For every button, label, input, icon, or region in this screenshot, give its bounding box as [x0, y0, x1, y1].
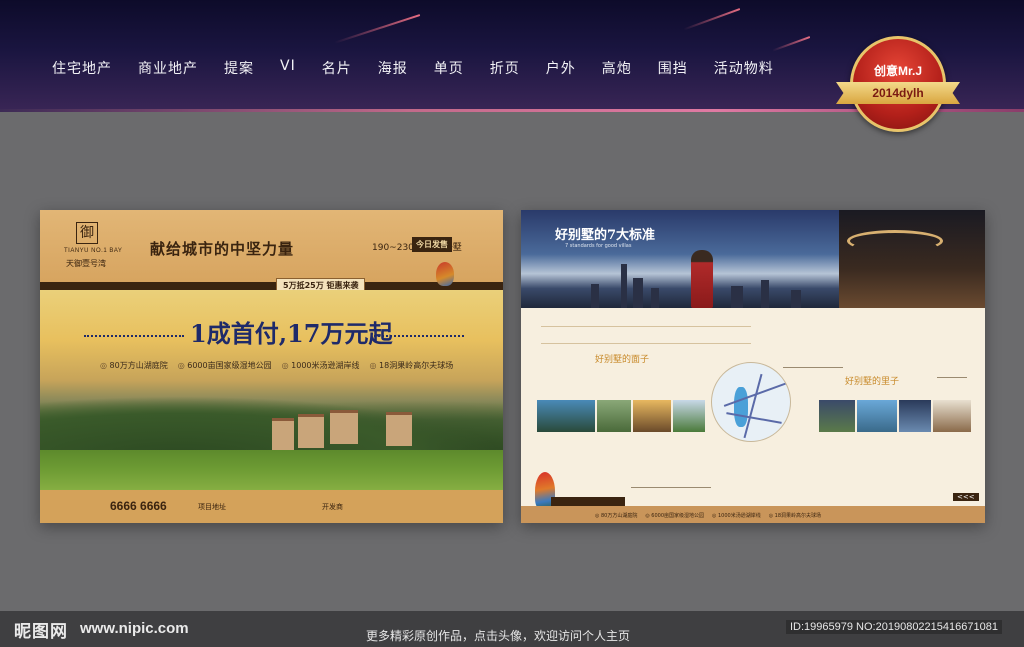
skyline-building [633, 278, 643, 308]
footer-developer-label: 开发商 [322, 503, 343, 511]
feature-item: 18洞果岭高尔夫球场 [370, 360, 453, 371]
villa-sketch [783, 338, 843, 368]
location-map [711, 362, 791, 442]
heading-inner: 好别墅的里子 [845, 377, 900, 387]
pavilion-photo [839, 210, 985, 308]
footer-feature-item: 6000亩国家级湿地公园 [645, 512, 704, 519]
feature-item: 80万方山湖庭院 [100, 360, 168, 371]
project-logo-en: TIANYU NO.1 BAY [64, 248, 123, 254]
pavilion-roof [847, 230, 943, 252]
thumb-sunset [633, 400, 671, 432]
back-arrows-icon[interactable]: <<< [953, 493, 979, 501]
footer-feature-item: 1000米汤逊湖岸线 [712, 512, 761, 519]
parrot-icon [436, 262, 454, 286]
villa-building [330, 410, 358, 444]
thumb-lake [537, 400, 595, 432]
left-card-phone: 6666 6666 [110, 499, 167, 513]
design-preview-right[interactable]: 好别墅的7大标准 7 standards for good villas 好别墅… [521, 210, 985, 523]
profile-link-text[interactable]: 更多精彩原创作品，点击头像，欢迎访问个人主页 [366, 627, 630, 644]
meteor-streak [334, 14, 421, 44]
footer-feature-item: 80万方山湖庭院 [595, 512, 637, 519]
right-card-footer-features: 80万方山湖庭院 6000亩国家级湿地公园 1000米汤逊湖岸线 18洞果岭高尔… [595, 512, 821, 519]
woman-figure [691, 250, 713, 308]
meteor-streak [772, 36, 811, 52]
category-nav: 住宅地产 商业地产 提案 VI 名片 海报 单页 折页 户外 高炮 围挡 活动物… [52, 58, 800, 78]
skyline-building [621, 264, 627, 308]
skyline-building [731, 286, 743, 308]
nav-item-business-card[interactable]: 名片 [322, 58, 352, 78]
thumb-deck [933, 400, 971, 432]
nav-item-event-materials[interactable]: 活动物料 [714, 58, 774, 78]
skyline-building [791, 290, 801, 308]
intro-text [541, 326, 751, 344]
left-card-features: 80万方山湖庭院 6000亩国家级湿地公园 1000米汤逊湖岸线 18洞果岭高尔… [100, 360, 454, 371]
image-id-label: ID:19965979 NO:20190802215416671081 [786, 620, 1002, 634]
thumb-resort [819, 400, 855, 432]
villa-building [272, 418, 294, 452]
nav-item-poster[interactable]: 海报 [378, 58, 408, 78]
left-card-strip [40, 282, 503, 290]
right-card-subtitle: 7 standards for good villas [565, 243, 632, 249]
skyline-building [651, 288, 659, 308]
site-logo[interactable]: 昵图网 [14, 617, 68, 642]
meteor-streak [683, 8, 741, 31]
map-lake [734, 387, 748, 427]
badge-title: 创意Mr.J [873, 64, 922, 78]
left-card-offer: 1成首付,17万元起 [190, 319, 393, 348]
nav-item-residential[interactable]: 住宅地产 [52, 58, 112, 78]
skyline-building [761, 280, 769, 308]
badge-ribbon: 2014dylh [836, 82, 960, 104]
left-card-sale-tag: 今日发售 [412, 237, 452, 252]
nav-item-billboard[interactable]: 高炮 [602, 58, 632, 78]
nav-item-proposal[interactable]: 提案 [224, 58, 254, 78]
design-preview-left[interactable]: 御 TIANYU NO.1 BAY 天御壹号湾 献给城市的中坚力量 190~23… [40, 210, 503, 523]
nav-item-commercial[interactable]: 商业地产 [138, 58, 198, 78]
right-card-title: 好别墅的7大标准 [555, 228, 656, 243]
nav-item-vi[interactable]: VI [280, 58, 296, 78]
villa-building [298, 414, 324, 448]
dotted-divider [84, 335, 184, 337]
heading-yard: 好别墅的面子 [595, 355, 650, 365]
left-card-headline: 献给城市的中坚力量 [150, 240, 295, 258]
project-logo-cn: 天御壹号湾 [66, 259, 106, 268]
tree-sketch [631, 460, 711, 488]
thumb-golf [673, 400, 705, 432]
thumb-spa [899, 400, 931, 432]
skyline-building [591, 284, 599, 308]
author-badge[interactable]: 创意Mr.J 2014dylh [836, 36, 964, 134]
feature-item: 6000亩国家级湿地公园 [178, 360, 271, 371]
nav-item-brochure[interactable]: 折页 [490, 58, 520, 78]
thumb-path [597, 400, 631, 432]
palm-sketch [937, 348, 967, 378]
dotted-divider [374, 335, 464, 337]
nav-item-hoarding[interactable]: 围挡 [658, 58, 688, 78]
footer-address-label: 项目地址 [198, 503, 226, 511]
villa-building [386, 412, 412, 446]
feature-item: 1000米汤逊湖岸线 [282, 360, 359, 371]
landscape-grass [40, 450, 503, 490]
nav-item-outdoor[interactable]: 户外 [546, 58, 576, 78]
thumb-pool [857, 400, 897, 432]
footer-feature-item: 18洞果岭高尔夫球场 [769, 512, 821, 519]
site-url-link[interactable]: www.nipic.com [80, 620, 189, 637]
project-logo-mark: 御 [76, 222, 98, 244]
nav-item-flyer[interactable]: 单页 [434, 58, 464, 78]
